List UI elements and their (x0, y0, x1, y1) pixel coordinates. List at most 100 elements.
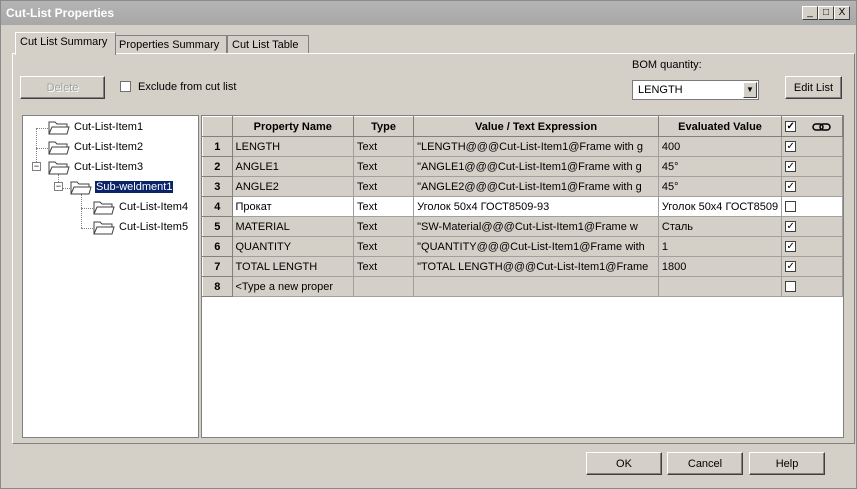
col-header-type[interactable]: Type (352, 116, 415, 137)
property-name-cell[interactable]: TOTAL LENGTH (231, 256, 354, 277)
table-row[interactable]: 4 Прокат Text Уголок 50x4 ГОСТ8509-93 Уголок… (202, 196, 843, 217)
exclude-checkbox[interactable] (120, 81, 131, 92)
table-row[interactable]: 8 <Type a new proper (202, 276, 843, 297)
tab-properties-summary[interactable]: Properties Summary (114, 35, 227, 54)
link-icon (812, 122, 831, 131)
include-cell: ✓ (781, 176, 843, 197)
include-checkbox[interactable]: ✓ (785, 181, 797, 193)
include-cell: ✓ (781, 136, 843, 157)
row-number: 7 (202, 256, 233, 277)
tree-line (81, 208, 93, 209)
properties-grid[interactable]: Property Name Type Value / Text Expressi… (201, 115, 844, 438)
type-cell[interactable]: Text (352, 196, 415, 217)
tree-item-label: Cut-List-Item5 (119, 221, 189, 233)
row-header-corner (202, 116, 233, 137)
row-number: 3 (202, 176, 233, 197)
table-row[interactable]: 1 LENGTH Text "LENGTH@@@Cut-List-Item1@Fram… (202, 136, 843, 157)
include-checkbox[interactable]: ✓ (785, 141, 797, 153)
col-header-link[interactable]: ✓ (781, 116, 843, 137)
ok-button[interactable]: OK (586, 452, 662, 475)
include-checkbox[interactable]: ✓ (785, 261, 797, 273)
collapse-icon[interactable]: − (54, 182, 63, 191)
window-title: Cut-List Properties (6, 6, 115, 20)
evaluated-cell[interactable]: 45° (657, 156, 783, 177)
table-row[interactable]: 5 MATERIAL Text "SW-Material@@@Cut-List-Ite… (202, 216, 843, 237)
property-name-cell[interactable]: MATERIAL (231, 216, 354, 237)
help-button[interactable]: Help (749, 452, 825, 475)
row-number: 1 (202, 136, 233, 157)
chevron-down-icon[interactable]: ▼ (743, 82, 757, 98)
include-cell (781, 196, 843, 217)
include-checkbox[interactable]: ✓ (785, 241, 797, 253)
property-name-cell[interactable]: <Type a new proper (231, 276, 354, 297)
maximize-button[interactable]: □ (818, 6, 834, 20)
cancel-button[interactable]: Cancel (667, 452, 743, 475)
tree-line (81, 228, 93, 229)
tab-cut-list-summary[interactable]: Cut List Summary (15, 32, 116, 55)
bom-quantity-select[interactable]: LENGTH ▼ (632, 80, 759, 100)
collapse-icon[interactable]: − (32, 162, 41, 171)
property-name-cell[interactable]: ANGLE2 (231, 176, 354, 197)
tree-item-label: Sub-weldment1 (95, 181, 174, 193)
property-name-cell[interactable]: LENGTH (231, 136, 354, 157)
property-name-cell[interactable]: QUANTITY (231, 236, 354, 257)
bom-quantity-label: BOM quantity: (632, 59, 702, 71)
evaluated-cell[interactable] (657, 276, 783, 297)
type-cell[interactable]: Text (352, 216, 415, 237)
include-checkbox[interactable] (785, 201, 797, 213)
include-cell: ✓ (781, 216, 843, 237)
row-number: 2 (202, 156, 233, 177)
cut-list-tree[interactable]: Cut-List-Item1 Cut-List-Item2 − Cut-List… (22, 115, 199, 438)
type-cell[interactable]: Text (352, 156, 415, 177)
type-cell[interactable]: Text (352, 136, 415, 157)
row-number: 6 (202, 236, 233, 257)
table-row[interactable]: 6 QUANTITY Text "QUANTITY@@@Cut-List-Item1@… (202, 236, 843, 257)
tree-line (81, 194, 82, 228)
type-cell[interactable]: Text (352, 236, 415, 257)
include-checkbox[interactable]: ✓ (785, 221, 797, 233)
include-checkbox[interactable]: ✓ (785, 161, 797, 173)
col-header-evaluated[interactable]: Evaluated Value (657, 116, 783, 137)
edit-list-button[interactable]: Edit List (785, 76, 842, 99)
delete-button[interactable]: Delete (20, 76, 105, 99)
title-bar[interactable]: Cut-List Properties _ □ X (1, 1, 856, 25)
tree-line (36, 128, 48, 129)
value-cell[interactable]: "LENGTH@@@Cut-List-Item1@Frame with g (413, 136, 659, 157)
value-cell[interactable]: "ANGLE1@@@Cut-List-Item1@Frame with g (413, 156, 659, 177)
evaluated-cell[interactable]: 400 (657, 136, 783, 157)
type-cell[interactable] (352, 276, 415, 297)
minimize-button[interactable]: _ (802, 6, 818, 20)
evaluated-cell[interactable]: 1800 (657, 256, 783, 277)
exclude-label: Exclude from cut list (138, 81, 237, 93)
properties-table: Property Name Type Value / Text Expressi… (202, 116, 843, 297)
col-header-value[interactable]: Value / Text Expression (413, 116, 659, 137)
cut-list-properties-dialog: Cut-List Properties _ □ X Cut List Summa… (0, 0, 857, 489)
include-checkbox[interactable] (785, 281, 797, 293)
table-row[interactable]: 7 TOTAL LENGTH Text "TOTAL LENGTH@@@Cut-Lis… (202, 256, 843, 277)
table-row[interactable]: 2 ANGLE1 Text "ANGLE1@@@Cut-List-Item1@Fram… (202, 156, 843, 177)
close-button[interactable]: X (834, 6, 850, 20)
folder-icon (48, 161, 70, 175)
evaluated-cell[interactable]: Уголок 50x4 ГОСТ8509 (657, 196, 783, 217)
evaluated-cell[interactable]: 45° (657, 176, 783, 197)
value-cell[interactable]: Уголок 50x4 ГОСТ8509-93 (413, 196, 659, 217)
select-all-checkbox[interactable]: ✓ (785, 121, 797, 133)
folder-icon (48, 141, 70, 155)
property-name-cell[interactable]: Прокат (231, 196, 354, 217)
row-number: 4 (202, 196, 233, 217)
col-header-property-name[interactable]: Property Name (231, 116, 354, 137)
tree-item-label: Cut-List-Item3 (74, 161, 144, 173)
value-cell[interactable]: "ANGLE2@@@Cut-List-Item1@Frame with g (413, 176, 659, 197)
type-cell[interactable]: Text (352, 256, 415, 277)
property-name-cell[interactable]: ANGLE1 (231, 156, 354, 177)
value-cell[interactable]: "QUANTITY@@@Cut-List-Item1@Frame with (413, 236, 659, 257)
table-row[interactable]: 3 ANGLE2 Text "ANGLE2@@@Cut-List-Item1@Fram… (202, 176, 843, 197)
value-cell[interactable]: "TOTAL LENGTH@@@Cut-List-Item1@Frame (413, 256, 659, 277)
evaluated-cell[interactable]: 1 (657, 236, 783, 257)
folder-icon (48, 121, 70, 135)
evaluated-cell[interactable]: Сталь (657, 216, 783, 237)
value-cell[interactable] (413, 276, 659, 297)
type-cell[interactable]: Text (352, 176, 415, 197)
value-cell[interactable]: "SW-Material@@@Cut-List-Item1@Frame w (413, 216, 659, 237)
tab-cut-list-table[interactable]: Cut List Table (227, 35, 309, 54)
